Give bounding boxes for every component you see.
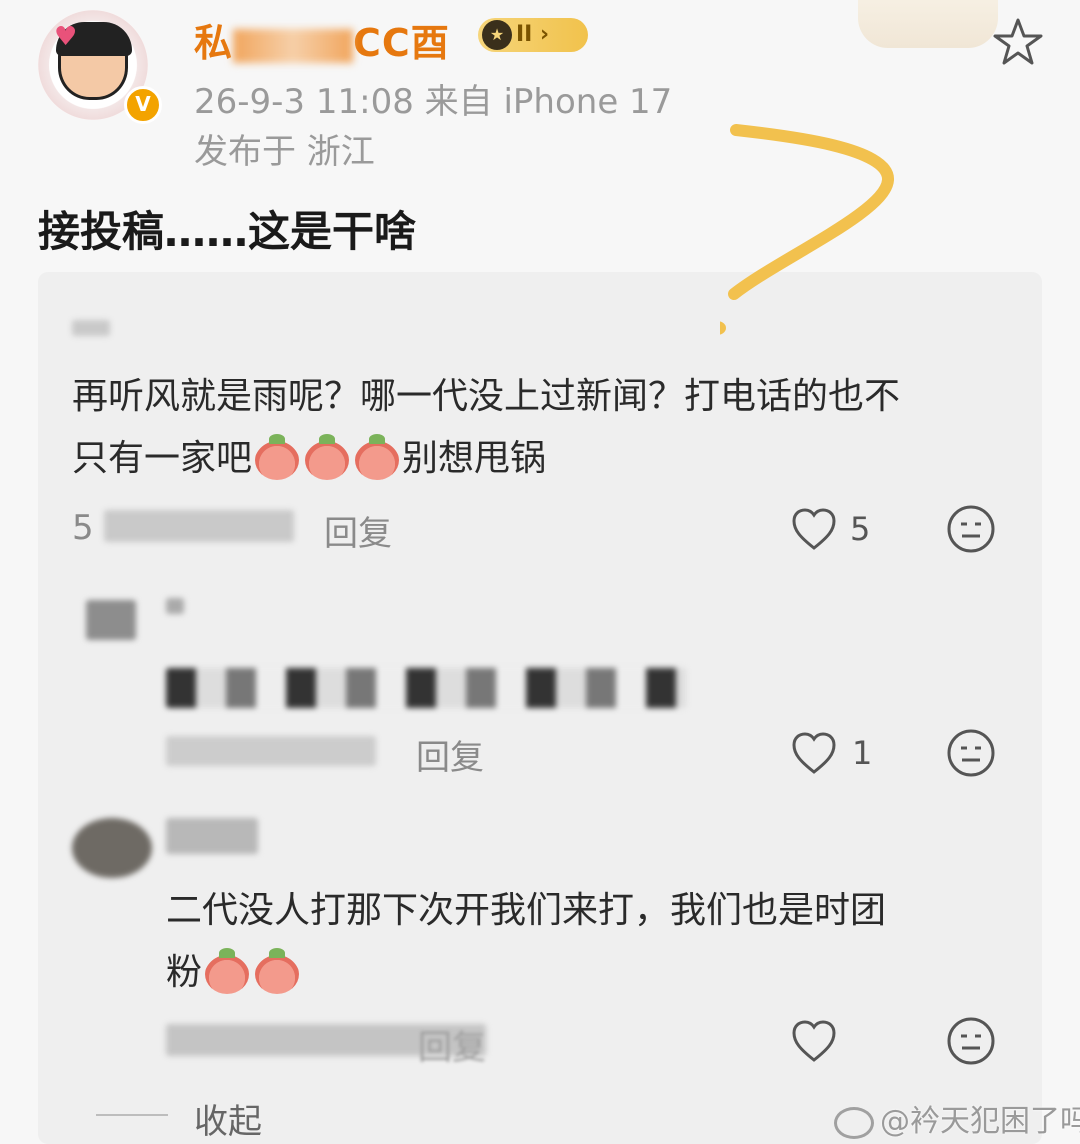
comment-3-username-blurred[interactable] xyxy=(166,818,258,854)
comment-1-meta: 5 xyxy=(72,508,94,548)
username-end: CC酉 xyxy=(353,21,450,65)
decoration-flowers xyxy=(858,0,998,48)
crying-emoji-icon xyxy=(255,434,300,480)
comment-2-reply-button[interactable]: 回复 xyxy=(416,730,484,779)
like-heart-icon[interactable] xyxy=(790,1018,838,1064)
avatar[interactable]: ♥ V xyxy=(28,6,163,124)
comment-1-username-blurred[interactable] xyxy=(72,320,110,336)
comment-3-text-line2: 粉 xyxy=(166,942,302,1004)
crown-icon: ★ xyxy=(482,20,512,50)
crying-emoji-icon xyxy=(305,434,350,480)
favorite-star-icon[interactable] xyxy=(990,14,1046,70)
post-time-source: 26-9-3 11:08 来自 iPhone 17 xyxy=(194,82,673,122)
comment-1-like-count: 5 xyxy=(850,510,871,548)
comment-1-text-line2: 只有一家吧 别想甩锅 xyxy=(72,428,546,490)
post-location: 发布于 浙江 xyxy=(194,132,375,172)
comment-1-text-suffix: 别想甩锅 xyxy=(402,438,547,479)
emoji-react-icon[interactable] xyxy=(946,1016,996,1066)
comment-2-text-blurred xyxy=(166,668,686,708)
rank-badge[interactable]: ★ II › xyxy=(478,18,588,52)
username-start: 私 xyxy=(194,21,234,65)
crying-emoji-icon xyxy=(255,948,300,994)
comment-2-meta-blurred xyxy=(166,736,376,766)
emoji-react-icon[interactable] xyxy=(946,728,996,778)
crying-emoji-icon xyxy=(355,434,400,480)
comment-2-avatar-blurred[interactable] xyxy=(86,600,136,640)
comment-3-avatar-blurred[interactable] xyxy=(72,818,152,878)
heart-icon: ♥ xyxy=(54,22,78,52)
comment-1-meta-blurred xyxy=(104,510,294,542)
crying-emoji-icon xyxy=(205,948,250,994)
watermark-text: @衿天犯困了吗 xyxy=(880,1104,1080,1139)
emoji-react-icon[interactable] xyxy=(946,504,996,554)
weibo-logo-icon xyxy=(834,1106,874,1139)
chevron-right-icon: › xyxy=(532,22,550,47)
username[interactable]: 私 CC酉 xyxy=(194,12,450,67)
comment-3-text-line1: 二代没人打那下次开我们来打，我们也是时团 xyxy=(166,890,887,931)
question-mark-doodle-icon xyxy=(720,124,894,335)
rank-label: II xyxy=(516,22,533,47)
comment-1-text-line1: 再听风就是雨呢？哪一代没上过新闻？打电话的也不 xyxy=(72,376,901,417)
username-blur xyxy=(233,28,354,63)
verified-icon: V xyxy=(124,86,162,124)
comment-2-like-count: 1 xyxy=(852,734,873,772)
watermark: @衿天犯困了吗 xyxy=(834,1096,1080,1140)
comment-3-text-end: 粉 xyxy=(166,952,203,993)
comment-3-reply-button[interactable]: 回复 xyxy=(418,1020,486,1069)
comment-1-reply-button[interactable]: 回复 xyxy=(324,506,392,555)
collapse-divider xyxy=(96,1114,168,1116)
like-heart-icon[interactable] xyxy=(790,730,838,776)
comment-2-username-blurred[interactable] xyxy=(166,598,184,614)
like-heart-icon[interactable] xyxy=(790,506,838,552)
collapse-button[interactable]: 收起 xyxy=(194,1094,262,1143)
comment-1-text-prefix: 只有一家吧 xyxy=(72,438,253,479)
post-body: 接投稿……这是干啥 xyxy=(38,207,417,256)
